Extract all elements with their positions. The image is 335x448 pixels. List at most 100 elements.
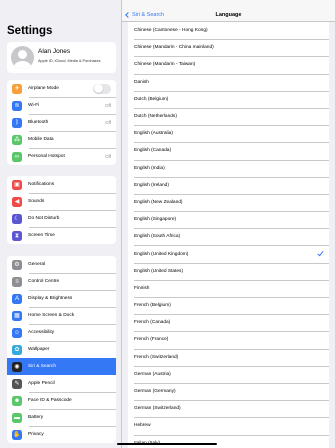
language-label: English (United States) — [134, 268, 184, 274]
sidebar-item-value: Off — [105, 120, 111, 125]
language-option[interactable]: Danish — [128, 73, 329, 91]
language-option[interactable]: Chinese (Cantonese - Hong Kong) — [128, 22, 329, 39]
sidebar-item-value: Off — [105, 154, 111, 159]
sidebar-item-label: Screen Time — [28, 233, 55, 238]
hand-icon: ✋ — [12, 429, 22, 440]
toggles-icon: ≡ — [12, 276, 22, 287]
language-list[interactable]: Chinese (Cantonese - Hong Kong) Chinese (… — [128, 22, 329, 448]
language-label: Danish — [134, 79, 149, 85]
language-option[interactable]: English (United States) — [128, 262, 329, 280]
sidebar-item-face-id-passcode[interactable]: ☻ Face ID & Passcode — [7, 392, 116, 409]
sidebar-item-battery[interactable]: ▬ Battery — [7, 409, 116, 426]
sidebar-item-general[interactable]: ⚙ General — [7, 256, 116, 273]
sidebar-item-label: Personal Hotspot — [28, 154, 65, 159]
language-option[interactable]: Finnish — [128, 279, 329, 297]
sidebar-item-label: Bluetooth — [28, 120, 49, 125]
navigation-bar: Siri & Search Language — [122, 0, 335, 22]
language-label: English (New Zealand) — [134, 199, 183, 205]
sidebar-item-label: Accessibility — [28, 330, 55, 335]
sidebar-item-label: Privacy — [28, 432, 44, 437]
language-option[interactable]: English (India) — [128, 159, 329, 177]
sidebar-item-control-centre[interactable]: ≡ Control Centre — [7, 273, 116, 290]
sidebar-item-sounds[interactable]: ◀ Sounds — [7, 193, 116, 210]
language-option[interactable]: English (South Africa) — [128, 228, 329, 245]
sidebar-item-label: Face ID & Passcode — [28, 398, 72, 403]
sidebar-item-wallpaper[interactable]: ✿ Wallpaper — [7, 341, 116, 358]
language-option[interactable]: Dutch (Netherlands) — [128, 107, 329, 125]
detail-pane: Siri & Search Language Chinese (Cantones… — [122, 0, 335, 448]
sidebar-item-personal-hotspot[interactable]: ∞ Personal Hotspot Off — [7, 148, 116, 165]
language-label: French (Canada) — [134, 320, 171, 326]
sidebar-item-do-not-disturb[interactable]: ☾ Do Not Disturb — [7, 210, 116, 227]
battery-icon: ▬ — [12, 412, 22, 423]
sidebar-item-label: Wallpaper — [28, 347, 50, 352]
sidebar-item-bluetooth[interactable]: ᛒ Bluetooth Off — [7, 114, 116, 131]
language-option[interactable]: French (Switzerland) — [128, 348, 329, 366]
language-option[interactable]: French (France) — [128, 331, 329, 348]
language-label: English (India) — [134, 165, 165, 171]
language-option[interactable]: English (Singapore) — [128, 211, 329, 228]
display-icon: A — [12, 293, 22, 304]
sidebar-item-label: Apple Pencil — [28, 381, 55, 386]
avatar — [11, 46, 34, 69]
language-label: German (Austria) — [134, 371, 171, 377]
language-option[interactable]: English (United Kingdom) — [128, 245, 329, 262]
sidebar-item-label: Home Screen & Dock — [28, 313, 75, 318]
wallpaper-icon: ✿ — [12, 344, 22, 355]
bluetooth-icon: ᛒ — [12, 117, 22, 128]
sidebar-item-label: Control Centre — [28, 279, 60, 284]
nav-title: Language — [215, 12, 242, 18]
language-option[interactable]: Hebrew — [128, 417, 329, 434]
sidebar-item-mobile-data[interactable]: ⁂ Mobile Data — [7, 131, 116, 148]
language-option[interactable]: German (Austria) — [128, 365, 329, 383]
apple-id-profile[interactable]: Alan Jones Apple ID, iCloud, Media & Pur… — [7, 42, 116, 73]
moon-icon: ☾ — [12, 213, 22, 224]
antenna-icon: ⁂ — [12, 134, 22, 145]
settings-group-notifications: ▣ Notifications ◀ Sounds ☾ Do Not Disturb ⧗ Scr… — [7, 176, 116, 244]
sidebar-item-label: Sounds — [28, 199, 45, 204]
language-label: English (United Kingdom) — [134, 251, 189, 257]
language-option[interactable]: Chinese (Mandarin - Taiwan) — [128, 56, 329, 73]
sidebar-item-notifications[interactable]: ▣ Notifications — [7, 176, 116, 193]
language-label: English (Australia) — [134, 131, 173, 137]
language-label: Dutch (Netherlands) — [134, 114, 177, 120]
language-option[interactable]: Dutch (Belgium) — [128, 90, 329, 108]
language-option[interactable]: German (Switzerland) — [128, 400, 329, 417]
sidebar-item-display-brightness[interactable]: A Display & Brightness — [7, 290, 116, 307]
sidebar-item-label: Display & Brightness — [28, 296, 73, 301]
sidebar-item-airplane-mode[interactable]: ✈ Airplane Mode — [7, 80, 116, 97]
hotspot-icon: ∞ — [12, 151, 22, 162]
settings-group-connectivity: ✈ Airplane Mode ≋ Wi-Fi Off ᛒ Bluetooth Off ⁂ Mob… — [7, 80, 116, 165]
language-option[interactable]: French (Belgium) — [128, 297, 329, 314]
home-indicator — [117, 442, 217, 445]
sidebar-item-label: Airplane Mode — [28, 86, 59, 91]
sidebar-item-label: Siri & Search — [28, 364, 56, 369]
page-title: Settings — [7, 25, 53, 37]
language-label: English (Canada) — [134, 148, 172, 154]
sidebar-item-value: Off — [105, 103, 111, 108]
sidebar-item-home-screen-dock[interactable]: ▦ Home Screen & Dock — [7, 307, 116, 324]
sidebar-item-label: Notifications — [28, 182, 55, 187]
sidebar-item-siri-search[interactable]: ◉ Siri & Search — [7, 358, 116, 375]
sidebar-item-wi-fi[interactable]: ≋ Wi-Fi Off — [7, 97, 116, 114]
sidebar-item-accessibility[interactable]: ☺ Accessibility — [7, 324, 116, 341]
wifi-icon: ≋ — [12, 100, 22, 111]
notifications-icon: ▣ — [12, 179, 22, 190]
language-option[interactable]: Italian (Italy) — [128, 434, 329, 448]
language-label: Dutch (Belgium) — [134, 96, 169, 102]
sidebar-item-apple-pencil[interactable]: ✎ Apple Pencil — [7, 375, 116, 392]
language-option[interactable]: German (Germany) — [128, 382, 329, 400]
language-option[interactable]: Chinese (Mandarin - China mainland) — [128, 39, 329, 56]
airplane-mode-toggle[interactable] — [93, 83, 111, 94]
language-option[interactable]: English (New Zealand) — [128, 193, 329, 211]
language-option[interactable]: English (Australia) — [128, 125, 329, 142]
sidebar-item-privacy[interactable]: ✋ Privacy — [7, 426, 116, 443]
language-label: Hebrew — [134, 423, 151, 429]
profile-name: Alan Jones — [38, 48, 71, 55]
language-label: English (Ireland) — [134, 182, 169, 188]
sidebar-item-screen-time[interactable]: ⧗ Screen Time — [7, 227, 116, 244]
language-option[interactable]: English (Canada) — [128, 142, 329, 159]
profile-subtitle: Apple ID, iCloud, Media & Purchases — [38, 59, 101, 63]
language-option[interactable]: French (Canada) — [128, 314, 329, 331]
language-option[interactable]: English (Ireland) — [128, 176, 329, 194]
